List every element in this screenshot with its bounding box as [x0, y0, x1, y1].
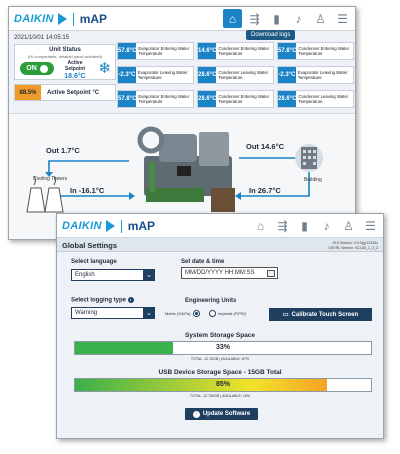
brand-logo: DAIKIN mAP [62, 219, 155, 233]
metric-radio[interactable]: Metric (C/kPa) [165, 310, 200, 317]
nav-icons: ⌂ ⇶ ▮ ♪ ♙ ☰ [251, 216, 380, 235]
temp-card: -2.3°C Evaporator Leaving Water Temperatu… [277, 66, 354, 84]
nav-icons: ⌂ ⇶ ▮ ♪ ♙ ☰ [223, 9, 352, 28]
top-bar: DAIKIN mAP ⌂ ⇶ ▮ ♪ ♙ ☰ [9, 7, 355, 31]
upload-icon: ↑ [192, 410, 200, 418]
datetime-input[interactable]: MM/DD/YYYY HH:MM:SS [181, 267, 278, 279]
brand-mark-icon [57, 13, 67, 25]
system-storage-bar: 33% [74, 341, 372, 355]
brand-name: DAIKIN [14, 13, 54, 25]
active-setpoint-percent: 88.5% [15, 85, 41, 100]
usb-storage-title: USB Device Storage Space - 15GB Total [158, 369, 282, 376]
signal-icon[interactable]: ▮ [295, 216, 314, 235]
datetime-display: 2021/10/01 14:05:15 [14, 35, 70, 41]
calendar-icon[interactable] [267, 270, 275, 277]
active-setpoint-label: Active Setpoint °C [47, 89, 100, 96]
building-label: Building [304, 177, 322, 183]
temp-card: -2.3°C Evaporator Leaving Water Temperatu… [117, 66, 194, 84]
active-setpoint: Active Setpoint 18.6°C [59, 60, 91, 80]
in-right-label: In 26.7°C [249, 186, 281, 195]
system-storage-percent: 33% [215, 344, 230, 351]
unit-on-toggle[interactable]: ON [20, 62, 54, 75]
in-left-label: In -16.1°C [70, 186, 105, 195]
temp-card: 28.6°C Condenser Leaving Water Temperatur… [197, 66, 274, 84]
signal-icon[interactable]: ▮ [267, 9, 286, 28]
app-name: mAP [127, 219, 156, 233]
brand-mark-icon [105, 220, 115, 232]
usb-icon[interactable]: ⇶ [245, 9, 264, 28]
language-label: Select language [71, 259, 117, 265]
usb-storage-caption: TOTAL: 12.750GB | AVAILABLE: 15% [189, 394, 251, 398]
unit-status-title: Unit Status [49, 47, 81, 53]
cooling-towers-label: Cooling Towers [33, 176, 68, 182]
temp-card: 14.6°C Condenser Entering Water Temperatu… [197, 42, 274, 60]
setpoint-value: 18.6°C [64, 73, 86, 80]
monitor-icon: ▭ [282, 312, 289, 318]
out-left-label: Out 1.7°C [46, 146, 80, 155]
home-icon[interactable]: ⌂ [251, 216, 270, 235]
system-storage-caption: TOTAL: 12.10GB | AVAILABLE: 67% [190, 357, 250, 361]
chevron-down-icon: ⌄ [143, 269, 155, 281]
active-setpoint-bar: 88.5% Active Setpoint °C [14, 84, 116, 101]
unit-status-panel: Unit Status (HI compartable, detailed pa… [14, 44, 116, 80]
app-name: mAP [79, 12, 108, 26]
datetime-label: Set date & time [181, 259, 225, 265]
logging-select[interactable]: Warning ⌄ [71, 307, 155, 319]
imperial-radio[interactable]: Imperial (F/PSI) [209, 310, 246, 317]
chevron-down-icon: ⌄ [143, 307, 155, 319]
system-storage-title: System Storage Space [184, 332, 256, 339]
brand-logo: DAIKIN mAP [14, 12, 107, 26]
snowflake-icon: ❄ [98, 60, 111, 77]
download-logs-tooltip[interactable]: Download logs [246, 30, 296, 40]
usb-icon[interactable]: ⇶ [273, 216, 292, 235]
usb-storage-bar: 85% [74, 378, 372, 392]
building-icon [295, 144, 323, 172]
out-right-label: Out 14.6°C [246, 142, 285, 151]
alarm-icon[interactable]: ♪ [289, 9, 308, 28]
version-info: GUI Version: V.3.0(g)12345c CNTRL Versio… [328, 241, 378, 250]
menu-icon[interactable]: ☰ [361, 216, 380, 235]
alarm-icon[interactable]: ♪ [317, 216, 336, 235]
temp-card: 57.8°C Evaporator Entering Water Temperat… [117, 90, 194, 108]
settings-screen: DAIKIN mAP ⌂ ⇶ ▮ ♪ ♙ ☰ Global Settings G… [56, 213, 384, 439]
chiller-machine-image [137, 126, 235, 212]
brand-name: DAIKIN [62, 220, 102, 232]
menu-icon[interactable]: ☰ [333, 9, 352, 28]
info-icon[interactable]: i [127, 297, 134, 303]
calibrate-touch-button[interactable]: ▭ Calibrate Touch Screen [269, 308, 372, 321]
usb-storage-percent: 85% [215, 381, 230, 388]
dashboard-screen: DAIKIN mAP ⌂ ⇶ ▮ ♪ ♙ ☰ Download logs 202… [8, 6, 356, 240]
update-software-button[interactable]: ↑ Update Software [185, 408, 258, 420]
units-label: Engineering Units [185, 298, 237, 304]
temp-card: 57.8°C Evaporator Entering Water Temperat… [117, 42, 194, 60]
logging-label: Select logging type i [71, 297, 134, 304]
home-icon[interactable]: ⌂ [223, 9, 242, 28]
top-bar: DAIKIN mAP ⌂ ⇶ ▮ ♪ ♙ ☰ [57, 214, 383, 238]
temp-card: 28.6°C Condenser Leaving Water Temperatur… [277, 90, 354, 108]
operator-icon[interactable]: ♙ [339, 216, 358, 235]
temp-card: 57.8°C Condenser Entering Water Temperatu… [277, 42, 354, 60]
operator-icon[interactable]: ♙ [311, 9, 330, 28]
language-select[interactable]: English ⌄ [71, 269, 155, 281]
temp-card: 28.6°C Condenser Entering Water Temperatu… [197, 90, 274, 108]
